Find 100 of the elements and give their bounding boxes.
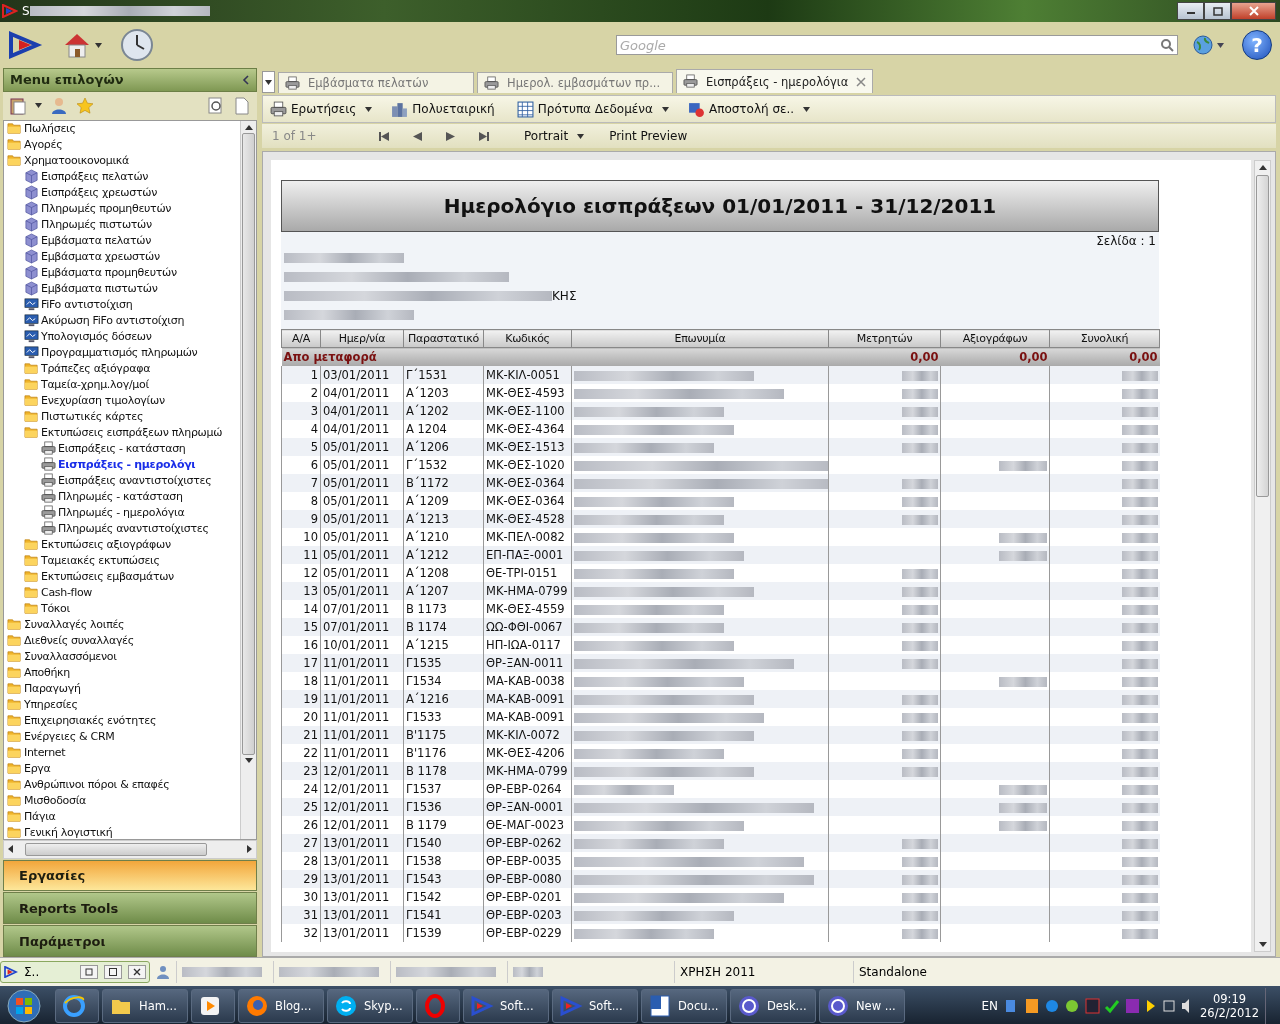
tree-item[interactable]: Αποθήκη (7, 664, 240, 681)
tree-item[interactable]: Εισπράξεις - ημερολόγι (7, 456, 240, 473)
section-button[interactable]: Εργασίες (3, 859, 257, 892)
tree-item[interactable]: Παραγωγή (7, 680, 240, 697)
scroll-down-icon[interactable] (244, 757, 253, 763)
tree-item[interactable]: Συναλλαγές λοιπές (7, 616, 240, 633)
clock-icon[interactable] (120, 28, 154, 62)
maximize-button[interactable] (1204, 2, 1231, 20)
taskbar-button[interactable]: New ... (819, 988, 905, 1023)
print-preview-button[interactable]: Print Preview (606, 127, 691, 145)
tree-item[interactable]: Αγορές (7, 136, 240, 153)
caret-icon[interactable] (35, 103, 42, 109)
restore-button[interactable] (80, 965, 98, 979)
tree-item[interactable]: Ταμειακές εκτυπώσεις (7, 552, 240, 569)
language-indicator[interactable]: EN (981, 998, 999, 1013)
taskbar-button[interactable]: Skyp... (327, 988, 413, 1023)
toolbar-button[interactable]: Αποστολή σε.. (684, 98, 798, 120)
close-icon[interactable] (856, 76, 867, 87)
start-button[interactable] (4, 987, 44, 1024)
maximize-button[interactable] (104, 965, 122, 979)
tree-item[interactable]: Εργα (7, 760, 240, 777)
taskbar-button[interactable]: Desk... (730, 988, 816, 1023)
section-button[interactable]: Παράμετροι (3, 925, 257, 957)
tree-item[interactable]: Πάγια (7, 808, 240, 825)
tree-item[interactable]: Υπολογισμός δόσεων (7, 328, 240, 345)
tree-item[interactable]: Υπηρεσίες (7, 696, 240, 713)
app-logo-icon[interactable] (8, 31, 44, 59)
clock-time[interactable]: 09:19 (1200, 991, 1259, 1006)
minimize-button[interactable] (1177, 2, 1204, 20)
tree-item[interactable]: Εκτυπώσεις εμβασμάτων (7, 568, 240, 585)
scroll-up-icon[interactable] (244, 124, 253, 130)
tree-item[interactable]: FiFo αντιστοίχιση (7, 296, 240, 313)
section-button[interactable]: Reports Tools (3, 892, 257, 925)
tree-item[interactable]: Εμβάσματα προμηθευτών (7, 264, 240, 281)
tree-item[interactable]: Τόκοι (7, 600, 240, 617)
tree-item[interactable]: Πληρωμές - ημερολόγια (7, 504, 240, 521)
search-icon[interactable] (207, 96, 225, 115)
tree-item[interactable]: Εκτυπώσεις αξιογράφων (7, 536, 240, 553)
tree-item[interactable]: Cash-flow (7, 584, 240, 601)
star-icon[interactable] (76, 96, 94, 115)
tree-item[interactable]: Εισπράξεις πελατών (7, 168, 240, 185)
tree-item[interactable]: Συναλλασσόμενοι (7, 648, 240, 665)
caret-icon[interactable] (365, 106, 373, 112)
document-tab[interactable]: Εμβάσματα πελατών (278, 72, 474, 93)
minimized-window[interactable]: Σ.. (0, 961, 150, 983)
caret-icon[interactable] (1217, 42, 1224, 48)
close-button[interactable] (128, 965, 146, 979)
close-button[interactable] (1231, 2, 1276, 20)
caret-icon[interactable] (577, 133, 585, 139)
scroll-up-icon[interactable] (1258, 165, 1267, 170)
tree-item[interactable]: Εμβάσματα πιστωτών (7, 280, 240, 297)
tree-item[interactable]: Ενέργειες & CRM (7, 728, 240, 745)
toolbar-button[interactable]: Πολυεταιρική (388, 98, 498, 120)
tab-list-button[interactable] (262, 71, 275, 93)
scroll-down-icon[interactable] (1258, 942, 1267, 947)
tree-item[interactable]: Χρηματοοικονομικά (7, 152, 240, 169)
taskbar-button[interactable]: Docu... (641, 988, 727, 1023)
caret-icon[interactable] (95, 42, 102, 48)
tree-item[interactable]: Πωλήσεις (7, 120, 240, 137)
tree-item[interactable]: Πληρωμές πιστωτών (7, 216, 240, 233)
clipboard-icon[interactable] (9, 96, 27, 115)
scroll-left-icon[interactable] (8, 845, 13, 854)
taskbar-button[interactable]: Ham... (102, 988, 188, 1023)
scroll-right-icon[interactable] (247, 845, 252, 854)
search-field[interactable]: Google (616, 35, 1178, 55)
tree-item[interactable]: Εισπράξεις - κατάσταση (7, 440, 240, 457)
clock-date[interactable]: 26/2/2012 (1200, 1005, 1259, 1020)
orientation-dropdown[interactable]: Portrait (521, 127, 572, 145)
taskbar-button[interactable] (55, 988, 99, 1023)
tree-item[interactable]: Εμβάσματα πελατών (7, 232, 240, 249)
taskbar-button[interactable] (191, 988, 235, 1023)
collapse-icon[interactable] (242, 74, 250, 85)
tree-item[interactable]: Πληρωμές αναντιστοίχιστες (7, 520, 240, 537)
scrollbar[interactable] (1254, 160, 1271, 952)
tree-item[interactable]: Προγραμματισμός πληρωμών (7, 344, 240, 361)
caret-icon[interactable] (803, 106, 811, 112)
tree-item[interactable]: Επιχειρησιακές ενότητες (7, 712, 240, 729)
search-icon[interactable] (1160, 38, 1174, 52)
tree-item[interactable]: Μισθοδοσία (7, 792, 240, 809)
scrollbar[interactable] (240, 120, 256, 839)
tree-item[interactable]: Εκτυπώσεις εισπράξεων πληρωμώ (7, 424, 240, 441)
tree-item[interactable]: Εισπράξεις χρεωστών (7, 184, 240, 201)
tree-item[interactable]: Πληρωμές - κατάσταση (7, 488, 240, 505)
tree-item[interactable]: Ταμεία-χρημ.λογ/μοί (7, 376, 240, 393)
user-icon[interactable] (50, 96, 68, 115)
tree-item[interactable]: Ενεχυρίαση τιμολογίων (7, 392, 240, 409)
toolbar-button[interactable]: Ερωτήσεις (267, 98, 360, 120)
tree-item[interactable]: Εισπράξεις αναντιστοίχιστες (7, 472, 240, 489)
tree-item[interactable]: Ακύρωση FiFo αντιστοίχιση (7, 312, 240, 329)
tree-item[interactable]: Ανθρώπινοι πόροι & επαφές (7, 776, 240, 793)
taskbar-button[interactable]: Soft... (552, 988, 638, 1023)
document-tab[interactable]: Εισπράξεις - ημερολόγια (676, 69, 874, 93)
document-tab[interactable]: Ημερολ. εμβασμάτων πρ... (477, 72, 673, 93)
tree-item[interactable]: Τράπεζες αξιόγραφα (7, 360, 240, 377)
tree-item[interactable]: Πληρωμές προμηθευτών (7, 200, 240, 217)
globe-icon[interactable] (1192, 34, 1214, 56)
tree-item[interactable]: Διεθνείς συναλλαγές (7, 632, 240, 649)
tree-item[interactable]: Γενική λογιστική (7, 824, 240, 839)
caret-icon[interactable] (661, 106, 669, 112)
taskbar-button[interactable]: Soft... (463, 988, 549, 1023)
